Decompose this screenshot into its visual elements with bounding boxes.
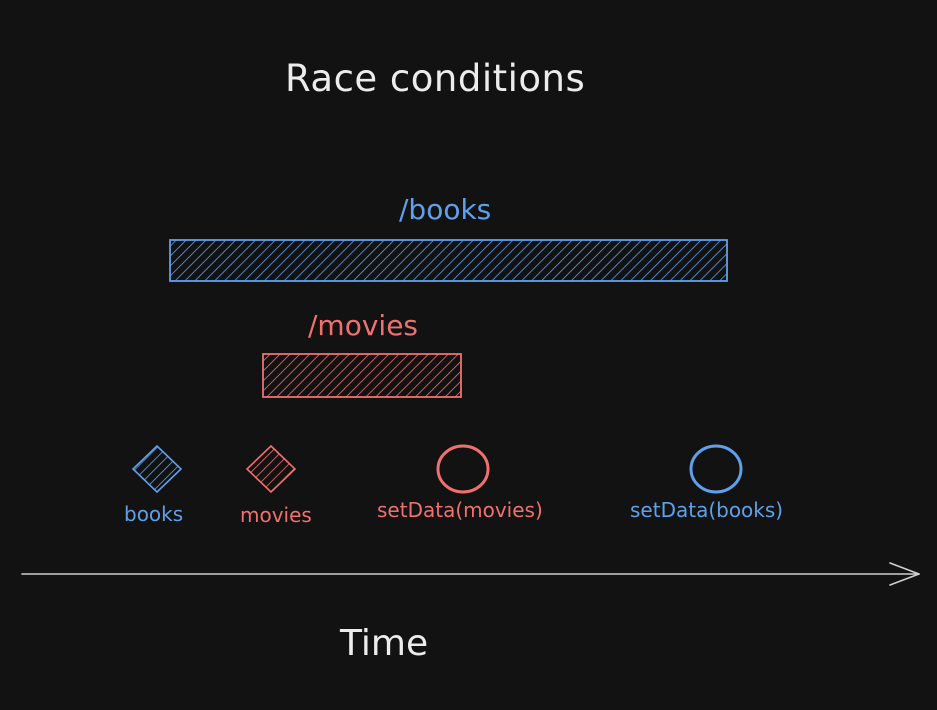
set-data-movies-label: setData(movies) (377, 498, 543, 522)
movies-request-label: /movies (308, 309, 419, 342)
hatched-diamond-icon (131, 444, 183, 494)
diagram-title: Race conditions (285, 57, 586, 100)
movies-request-bar (262, 353, 462, 398)
legend-movies-label: movies (240, 503, 312, 527)
set-data-books-label: setData(books) (630, 498, 784, 522)
arrow-right-icon (21, 562, 920, 586)
books-request-bar (169, 239, 728, 282)
books-request-label: /books (399, 193, 492, 226)
time-axis-label: Time (340, 623, 429, 664)
circle-icon (689, 444, 743, 494)
race-conditions-diagram (21, 239, 920, 586)
hatched-diamond-icon (245, 444, 297, 494)
legend-books-label: books (124, 502, 184, 526)
circle-icon (436, 444, 490, 494)
